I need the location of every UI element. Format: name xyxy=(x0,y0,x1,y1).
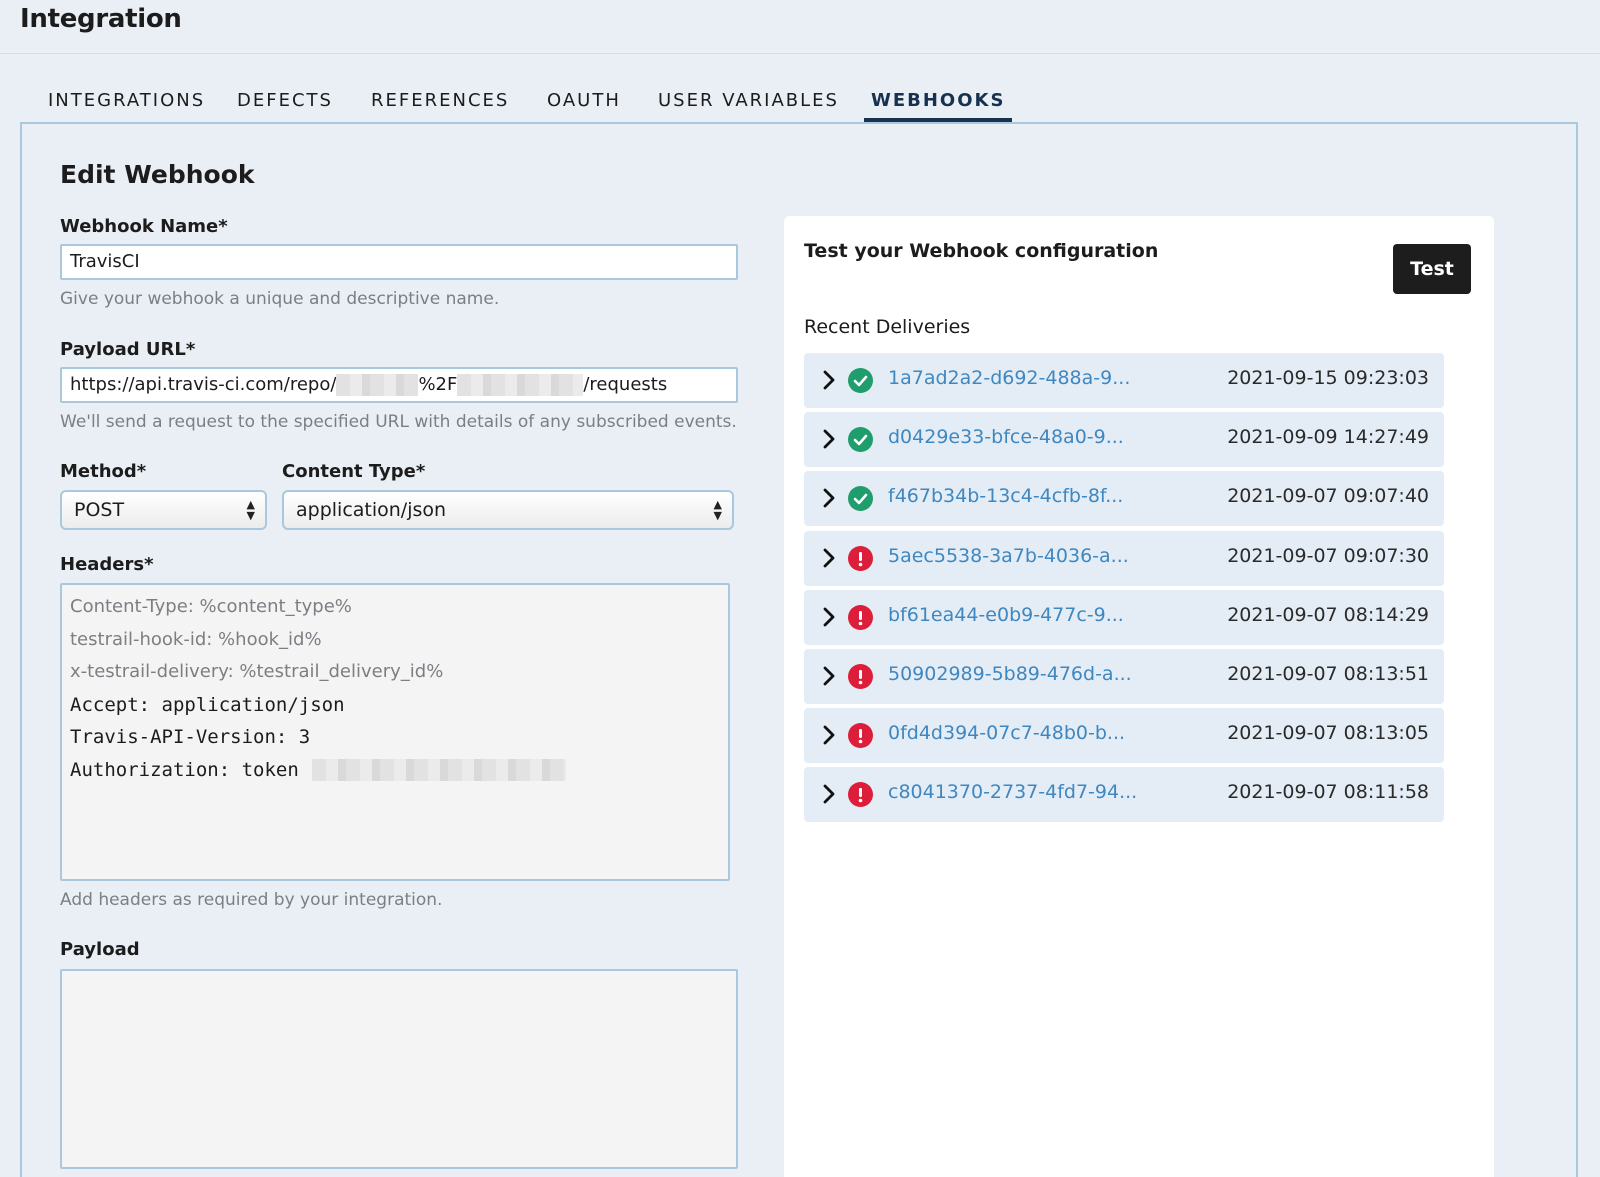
delivery-timestamp: 2021-09-09 14:27:49 xyxy=(1227,426,1429,449)
headers-textarea[interactable]: Content-Type: %content_type% testrail-ho… xyxy=(60,583,730,881)
error-alert-icon xyxy=(848,782,873,808)
page-title: Integration xyxy=(20,4,182,34)
payload-url-label: Payload URL* xyxy=(60,339,196,360)
payload-label: Payload xyxy=(60,939,140,960)
delivery-id-link[interactable]: c8041370-2737-4fd7-94... xyxy=(888,781,1137,803)
test-webhook-card: Test your Webhook configuration Test Rec… xyxy=(784,216,1494,1177)
headers-value-line: Accept: application/json xyxy=(70,693,345,716)
headers-placeholder-line: x-testrail-delivery: %testrail_delivery_… xyxy=(70,661,444,682)
headers-label: Headers* xyxy=(60,554,154,575)
delivery-row[interactable]: bf61ea44-e0b9-477c-9... 2021-09-07 08:14:… xyxy=(804,589,1444,645)
delivery-row[interactable]: f467b34b-13c4-4cfb-8f... 2021-09-07 09:07… xyxy=(804,471,1444,527)
redacted-block xyxy=(312,759,567,781)
delivery-row[interactable]: d0429e33-bfce-48a0-9... 2021-09-09 14:27:… xyxy=(804,412,1444,468)
select-arrows-icon: ▲ ▼ xyxy=(713,498,722,522)
content-type-label: Content Type* xyxy=(282,461,426,482)
chevron-right-icon[interactable] xyxy=(818,368,840,392)
redacted-block xyxy=(457,374,584,396)
delivery-id-link[interactable]: 50902989-5b89-476d-a... xyxy=(888,663,1132,685)
headers-value-line: Travis-API-Version: 3 xyxy=(70,726,311,748)
content-type-value: application/json xyxy=(296,499,447,521)
edit-webhook-title: Edit Webhook xyxy=(60,160,255,189)
headers-hint: Add headers as required by your integrat… xyxy=(60,890,443,910)
payload-url-suffix: /requests xyxy=(583,374,668,395)
success-check-icon xyxy=(848,486,873,512)
select-arrows-icon: ▲ ▼ xyxy=(246,498,255,522)
payload-url-mid: %2F xyxy=(418,374,458,395)
tab-oauth[interactable]: OAUTH xyxy=(547,84,621,122)
success-check-icon xyxy=(848,368,873,393)
delivery-row[interactable]: 0fd4d394-07c7-48b0-b... 2021-09-07 08:13:… xyxy=(804,708,1444,764)
chevron-right-icon[interactable] xyxy=(818,546,840,570)
delivery-timestamp: 2021-09-15 09:23:03 xyxy=(1227,367,1429,389)
delivery-timestamp: 2021-09-07 09:07:40 xyxy=(1227,485,1429,508)
webhook-panel: Edit Webhook Webhook Name* TravisCI Give… xyxy=(20,122,1578,1177)
delivery-timestamp: 2021-09-07 08:11:58 xyxy=(1227,781,1429,804)
tab-integrations[interactable]: INTEGRATIONS xyxy=(48,84,205,122)
content-type-select[interactable]: application/json ▲ ▼ xyxy=(282,490,734,530)
chevron-right-icon[interactable] xyxy=(818,605,840,629)
redacted-block xyxy=(336,374,419,396)
delivery-id-link[interactable]: f467b34b-13c4-4cfb-8f... xyxy=(888,485,1123,507)
error-alert-icon xyxy=(848,723,873,749)
chevron-right-icon[interactable] xyxy=(818,782,840,806)
delivery-id-link[interactable]: bf61ea44-e0b9-477c-9... xyxy=(888,604,1124,626)
test-webhook-title: Test your Webhook configuration xyxy=(804,240,1159,262)
webhook-name-label: Webhook Name* xyxy=(60,216,228,237)
error-alert-icon xyxy=(848,604,873,630)
payload-url-hint: We'll send a request to the specified UR… xyxy=(60,412,737,432)
error-alert-icon xyxy=(848,545,873,571)
method-value: POST xyxy=(74,499,125,521)
webhook-name-input[interactable]: TravisCI xyxy=(60,244,738,280)
payload-url-input[interactable]: https://api.travis-ci.com/repo/ %2F/reque… xyxy=(60,367,738,403)
webhook-name-value: TravisCI xyxy=(70,251,140,272)
tab-webhooks[interactable]: WEBHOOKS xyxy=(864,84,1013,122)
delivery-id-link[interactable]: 1a7ad2a2-d692-488a-9... xyxy=(888,367,1130,389)
test-button[interactable]: Test xyxy=(1393,244,1471,294)
delivery-timestamp: 2021-09-07 08:13:51 xyxy=(1227,663,1429,685)
delivery-id-link[interactable]: 0fd4d394-07c7-48b0-b... xyxy=(888,722,1125,744)
tab-user-variables[interactable]: USER VARIABLES xyxy=(658,84,839,122)
headers-placeholder-line: testrail-hook-id: %hook_id% xyxy=(70,628,322,650)
delivery-timestamp: 2021-09-07 08:13:05 xyxy=(1227,722,1429,745)
recent-deliveries-label: Recent Deliveries xyxy=(804,316,971,338)
webhook-name-hint: Give your webhook a unique and descripti… xyxy=(60,289,500,309)
payload-textarea[interactable] xyxy=(60,969,738,1169)
method-select[interactable]: POST ▲ ▼ xyxy=(60,490,267,530)
method-label: Method* xyxy=(60,461,147,482)
headers-placeholder-line: Content-Type: %content_type% xyxy=(70,596,352,617)
tab-defects[interactable]: DEFECTS xyxy=(237,84,333,122)
delivery-row[interactable]: c8041370-2737-4fd7-94... 2021-09-07 08:11… xyxy=(804,767,1444,823)
payload-url-prefix: https://api.travis-ci.com/repo/ xyxy=(70,374,337,395)
tab-references[interactable]: REFERENCES xyxy=(371,84,509,122)
page-header: Integration xyxy=(0,0,1600,54)
success-check-icon xyxy=(848,427,873,453)
delivery-id-link[interactable]: 5aec5538-3a7b-4036-a... xyxy=(888,545,1129,567)
headers-value-line: Authorization: token xyxy=(70,758,311,781)
chevron-right-icon[interactable] xyxy=(818,486,840,510)
chevron-right-icon[interactable] xyxy=(818,427,840,451)
delivery-timestamp: 2021-09-07 08:14:29 xyxy=(1227,603,1429,626)
delivery-id-link[interactable]: d0429e33-bfce-48a0-9... xyxy=(888,426,1124,448)
delivery-row[interactable]: 50902989-5b89-476d-a... 2021-09-07 08:13:… xyxy=(804,649,1444,704)
delivery-row[interactable]: 5aec5538-3a7b-4036-a... 2021-09-07 09:07:… xyxy=(804,530,1444,586)
chevron-right-icon[interactable] xyxy=(818,723,840,747)
delivery-row[interactable]: 1a7ad2a2-d692-488a-9... 2021-09-15 09:23:… xyxy=(804,353,1444,408)
delivery-timestamp: 2021-09-07 09:07:30 xyxy=(1227,544,1429,567)
error-alert-icon xyxy=(848,664,873,689)
chevron-right-icon[interactable] xyxy=(818,664,840,688)
